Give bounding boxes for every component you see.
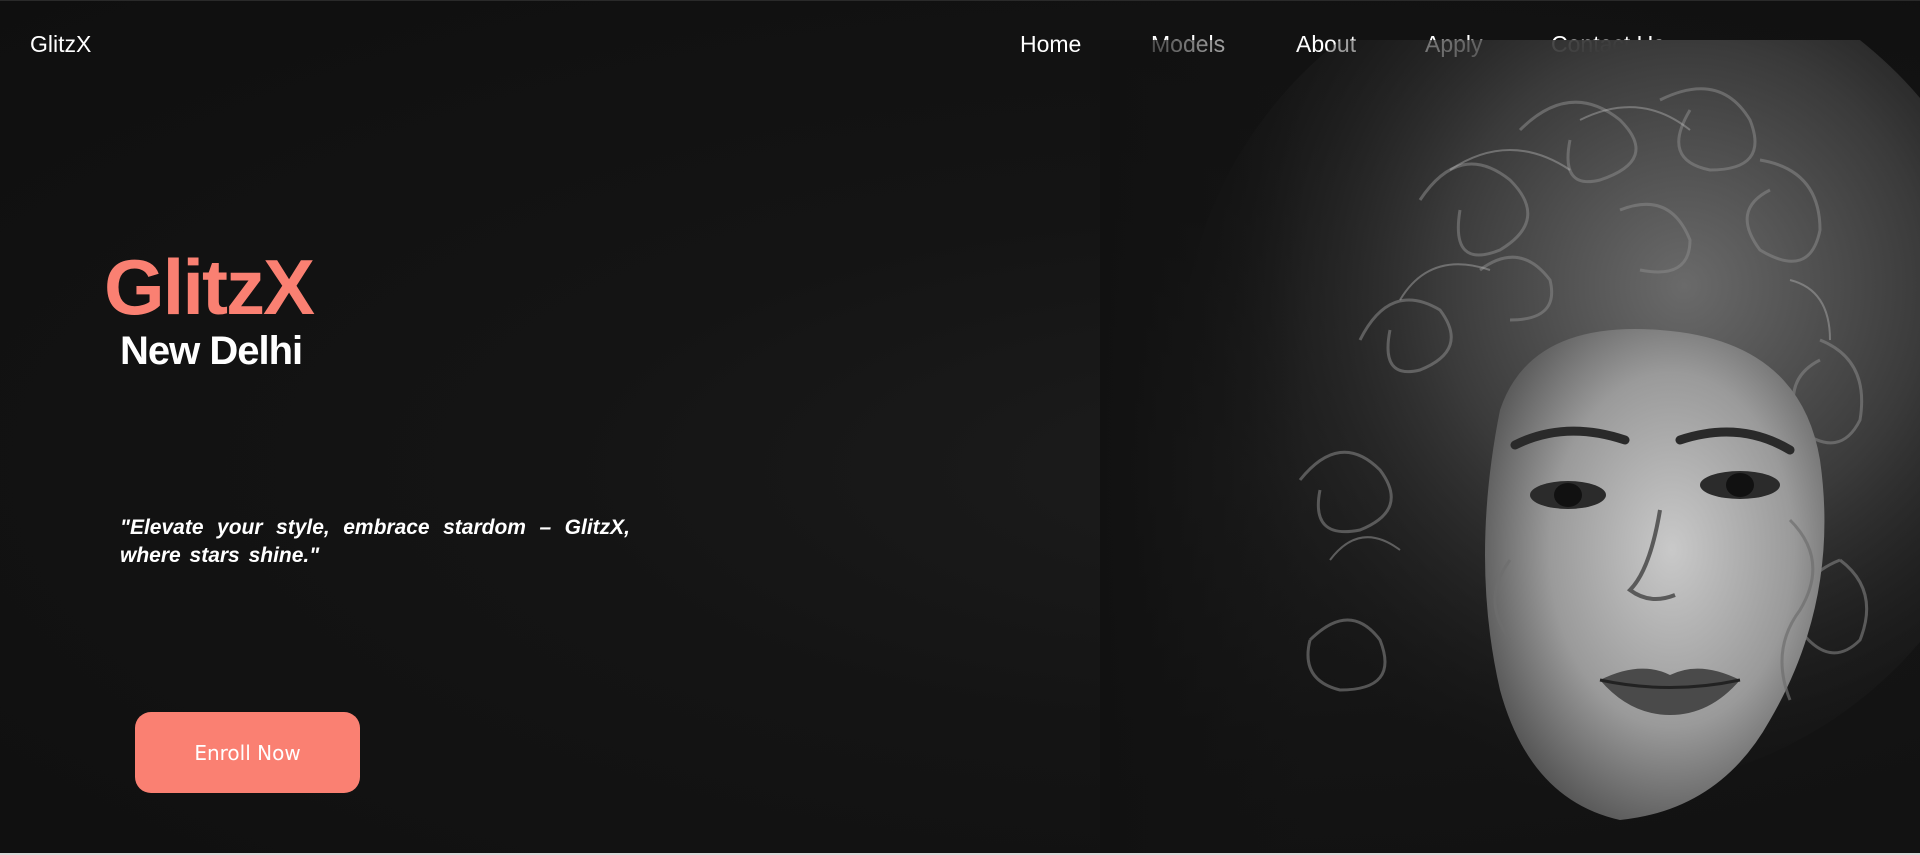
hero-city: New Delhi	[120, 329, 303, 373]
hero-tagline: "Elevate your style, embrace stardom – G…	[120, 516, 630, 567]
nav-link-home[interactable]: Home	[1020, 31, 1081, 58]
portrait-image	[1100, 40, 1920, 853]
enroll-now-button[interactable]: Enroll Now	[135, 712, 360, 793]
hero-title: GlitzX	[104, 243, 315, 331]
brand-logo-link[interactable]: GlitzX	[30, 31, 91, 58]
top-border	[0, 0, 1920, 1]
